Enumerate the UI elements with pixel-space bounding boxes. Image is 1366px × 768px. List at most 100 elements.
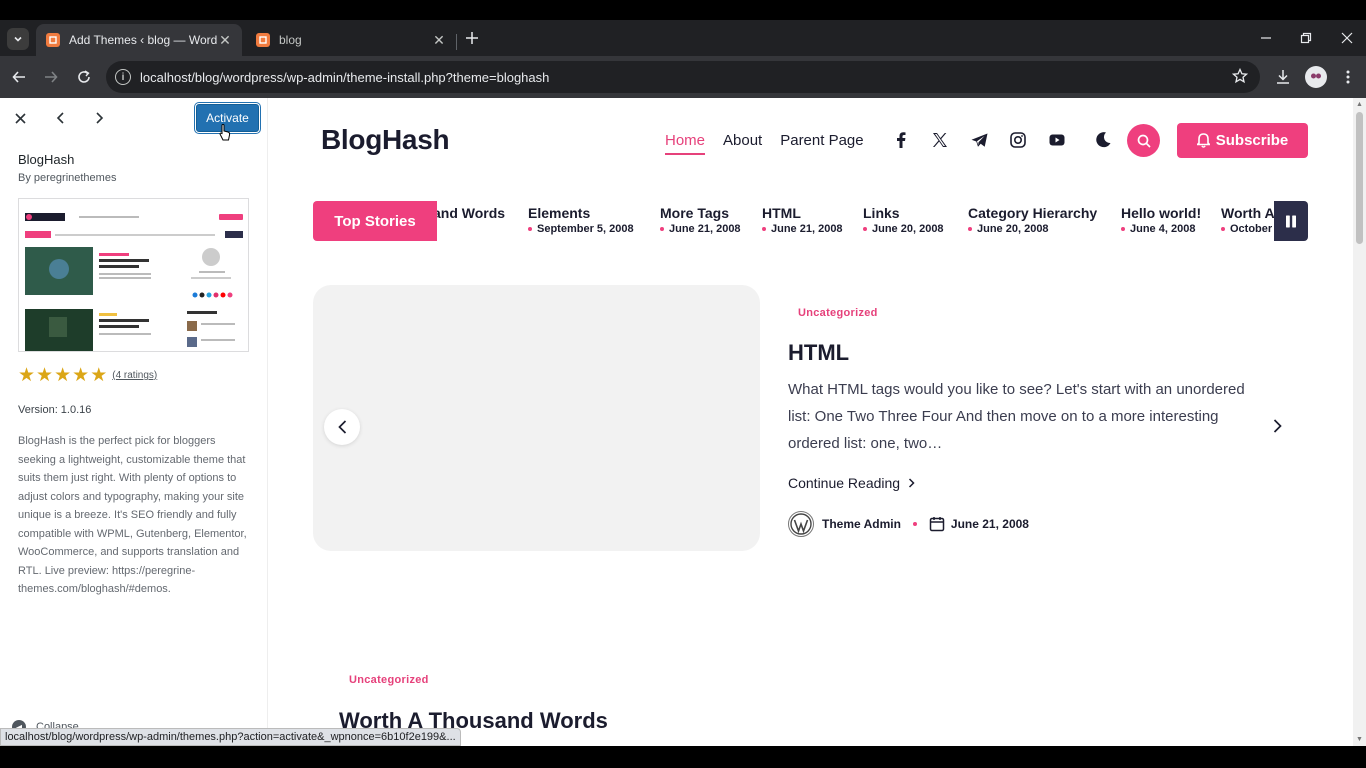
theme-description: BlogHash is the perfect pick for blogger… [18, 435, 247, 595]
facebook-icon[interactable] [891, 130, 911, 150]
ticker-item-title: HTML [762, 205, 801, 221]
forward-button[interactable] [40, 66, 62, 88]
address-bar[interactable]: i localhost/blog/wordpress/wp-admin/them… [106, 61, 1260, 93]
profile-avatar[interactable] [1305, 66, 1327, 88]
slider-prev-button[interactable] [324, 409, 360, 445]
slide-image[interactable] [313, 285, 760, 551]
chevron-down-icon [14, 36, 22, 42]
arrow-left-icon [12, 71, 25, 83]
scrollbar-thumb[interactable] [1356, 112, 1363, 244]
url-text: localhost/blog/wordpress/wp-admin/theme-… [140, 69, 550, 85]
nav-item-about[interactable]: About [723, 132, 762, 155]
reload-button[interactable] [73, 66, 95, 88]
ticker-item-date: June 4, 2008 [1121, 222, 1201, 236]
close-tab-icon[interactable]: ✕ [432, 32, 446, 49]
tab-blog[interactable]: blog ✕ [246, 24, 456, 56]
meta-separator [912, 522, 917, 526]
chevron-left-icon [56, 112, 64, 124]
pause-icon [1286, 215, 1296, 227]
continue-reading-label: Continue Reading [788, 475, 901, 491]
star-icon: ★ [54, 365, 72, 386]
arrow-right-icon [45, 71, 58, 83]
ticker-item-date: June 20, 2008 [968, 222, 1097, 236]
ticker-item-title: Links [863, 205, 900, 221]
close-tab-icon[interactable]: ✕ [218, 32, 232, 49]
close-icon [14, 112, 26, 124]
ticker-item-title: More Tags [660, 205, 729, 221]
theme-preview: BlogHash Home About Parent Page Subscrib… [269, 98, 1353, 746]
post-author[interactable]: Theme Admin [822, 517, 901, 531]
previous-theme-button[interactable] [50, 108, 70, 128]
next-theme-button[interactable] [89, 108, 109, 128]
theme-version: Version: 1.0.16 [18, 404, 92, 416]
ticker-item[interactable]: Elements September 5, 2008 [528, 204, 634, 236]
wordpress-favicon-icon [256, 33, 270, 47]
slide-meta: Theme Admin June 21, 2008 [788, 511, 1029, 537]
slide-category[interactable]: Uncategorized [798, 307, 878, 319]
nav-item-home[interactable]: Home [665, 132, 706, 155]
restore-button[interactable] [1296, 28, 1316, 48]
ticker-item[interactable]: HTML June 21, 2008 [762, 204, 843, 236]
ticker-pause-button[interactable] [1274, 201, 1308, 241]
tab-add-themes[interactable]: Add Themes ‹ blog — WordPress ✕ [36, 24, 242, 56]
ticker-items: and Words Elements September 5, 2008 Mor… [313, 201, 1308, 241]
ticker-item-title: Hello world! [1121, 205, 1202, 221]
ticker-item[interactable]: Category Hierarchy June 20, 2008 [968, 204, 1097, 236]
dark-mode-toggle[interactable] [1093, 130, 1113, 150]
theme-screenshot [18, 198, 249, 352]
minimize-icon [1261, 37, 1271, 39]
ratings-count-link[interactable]: (4 ratings) [112, 370, 157, 381]
star-icon: ★ [72, 365, 90, 386]
slide-title[interactable]: HTML [788, 340, 849, 366]
ticker-item-title: Elements [528, 205, 591, 221]
slide-excerpt: What HTML tags would you like to see? Le… [788, 381, 1245, 452]
star-icon: ★ [36, 365, 54, 386]
downloads-button[interactable] [1272, 66, 1294, 88]
ticker-item[interactable]: and Words [433, 204, 505, 222]
tab-search-button[interactable] [7, 28, 29, 50]
scroll-down-icon[interactable]: ▼ [1356, 736, 1363, 743]
bookmark-star-icon[interactable] [1231, 67, 1249, 87]
continue-reading-link[interactable]: Continue Reading [788, 475, 915, 491]
site-info-icon[interactable]: i [115, 69, 131, 85]
close-icon [1341, 32, 1353, 44]
bell-icon [1196, 133, 1210, 148]
star-icon: ★ [90, 365, 108, 386]
ticker-item[interactable]: Links June 20, 2008 [863, 204, 944, 236]
slider-next-button[interactable] [1267, 416, 1287, 436]
reload-icon [78, 70, 90, 83]
minimize-button[interactable] [1256, 28, 1276, 48]
wordpress-favicon-icon [46, 33, 60, 47]
subscribe-button[interactable]: Subscribe [1177, 123, 1308, 158]
instagram-icon[interactable] [1008, 130, 1028, 150]
top-stories-ticker: and Words Elements September 5, 2008 Mor… [313, 201, 1308, 241]
browser-tabbar: Add Themes ‹ blog — WordPress ✕ blog ✕ [0, 20, 1366, 56]
back-button[interactable] [8, 66, 30, 88]
post-date[interactable]: June 21, 2008 [951, 517, 1029, 531]
vertical-scrollbar[interactable]: ▲ ▼ [1353, 98, 1366, 746]
wordpress-logo-icon [790, 513, 812, 535]
x-twitter-icon[interactable] [930, 130, 950, 150]
nav-item-parent-page[interactable]: Parent Page [780, 132, 863, 155]
close-preview-button[interactable] [10, 108, 30, 128]
ticker-item[interactable]: Hello world! June 4, 2008 [1121, 204, 1201, 236]
youtube-icon[interactable] [1047, 130, 1067, 150]
telegram-icon[interactable] [969, 130, 989, 150]
search-button[interactable] [1127, 124, 1160, 157]
theme-name: BlogHash [18, 152, 75, 167]
post-category[interactable]: Uncategorized [349, 674, 429, 686]
author-avatar[interactable] [788, 511, 814, 537]
site-logo[interactable]: BlogHash [321, 124, 450, 156]
browser-menu-button[interactable] [1337, 66, 1359, 88]
scroll-up-icon[interactable]: ▲ [1356, 101, 1363, 108]
ticker-item[interactable]: Worth A October [1221, 204, 1275, 236]
search-icon [1137, 134, 1151, 148]
top-stories-label: Top Stories [313, 201, 437, 241]
close-window-button[interactable] [1337, 28, 1357, 48]
ticker-item[interactable]: More Tags June 21, 2008 [660, 204, 741, 236]
screen-bottom-bar [0, 746, 1366, 768]
ticker-item-date: June 21, 2008 [762, 222, 843, 236]
more-vertical-icon [1346, 70, 1350, 84]
theme-author: By peregrinethemes [18, 172, 117, 184]
new-tab-button[interactable] [462, 28, 482, 48]
